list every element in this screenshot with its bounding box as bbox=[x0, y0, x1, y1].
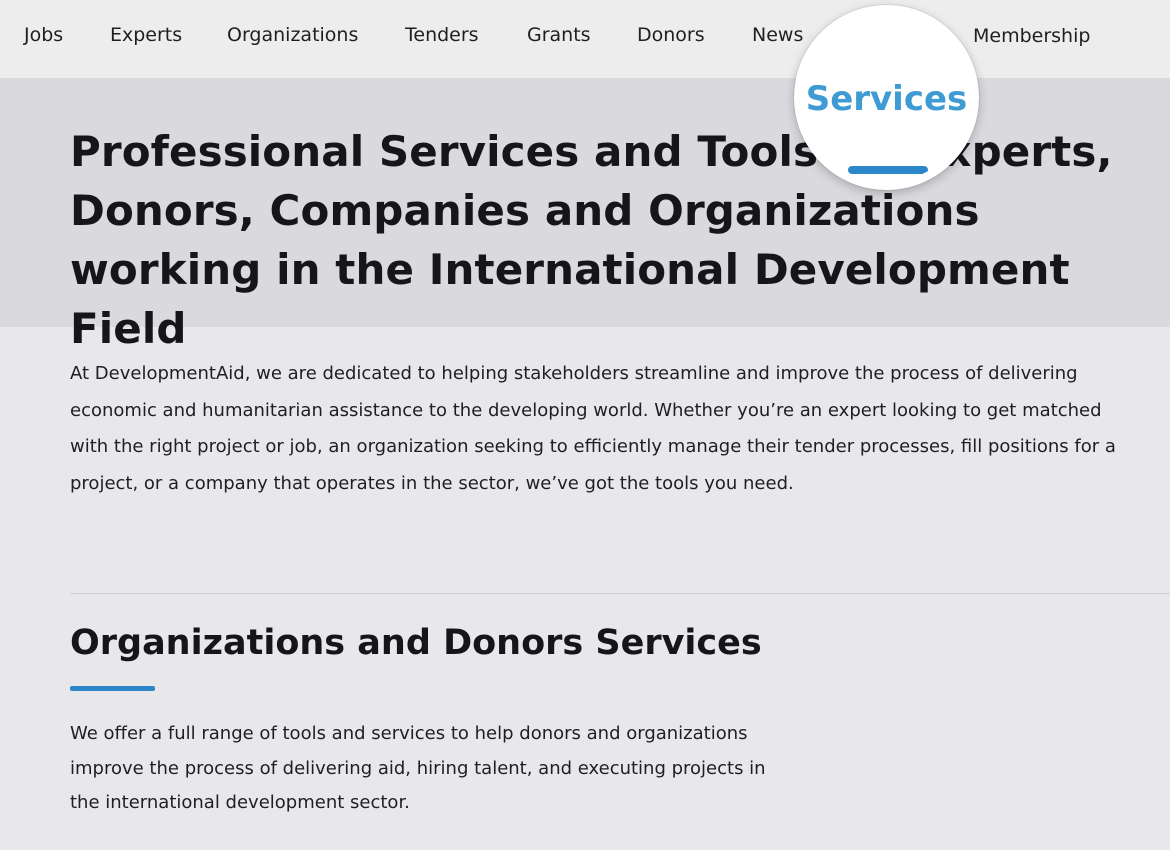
page-title: Professional Services and Tools for Expe… bbox=[70, 127, 1113, 353]
nav-item-organizations[interactable]: Organizations bbox=[227, 22, 358, 48]
section-description: We offer a full range of tools and servi… bbox=[70, 723, 766, 813]
nav-item-experts[interactable]: Experts bbox=[110, 22, 182, 48]
section-divider bbox=[70, 593, 1170, 594]
nav-item-donors[interactable]: Donors bbox=[637, 22, 705, 48]
magnifier-lens: Services bbox=[802, 13, 971, 182]
nav-item-jobs[interactable]: Jobs bbox=[24, 22, 63, 48]
nav-item-services-magnified[interactable]: Services bbox=[794, 5, 979, 190]
nav-item-tenders[interactable]: Tenders bbox=[405, 22, 479, 48]
section-title: Organizations and Donors Services bbox=[70, 623, 762, 663]
active-tab-underline bbox=[848, 166, 928, 174]
main-navigation: Jobs Experts Organizations Tenders Grant… bbox=[0, 0, 1170, 78]
hero-banner: Professional Services and Tools for Expe… bbox=[0, 78, 1170, 353]
nav-item-grants[interactable]: Grants bbox=[527, 22, 591, 48]
intro-paragraph: At DevelopmentAid, we are dedicated to h… bbox=[70, 363, 1116, 495]
nav-item-news[interactable]: News bbox=[752, 22, 803, 48]
nav-item-membership[interactable]: Membership bbox=[973, 23, 1090, 49]
nav-item-services-label: Services bbox=[805, 79, 968, 119]
section-title-accent-bar bbox=[70, 686, 155, 691]
